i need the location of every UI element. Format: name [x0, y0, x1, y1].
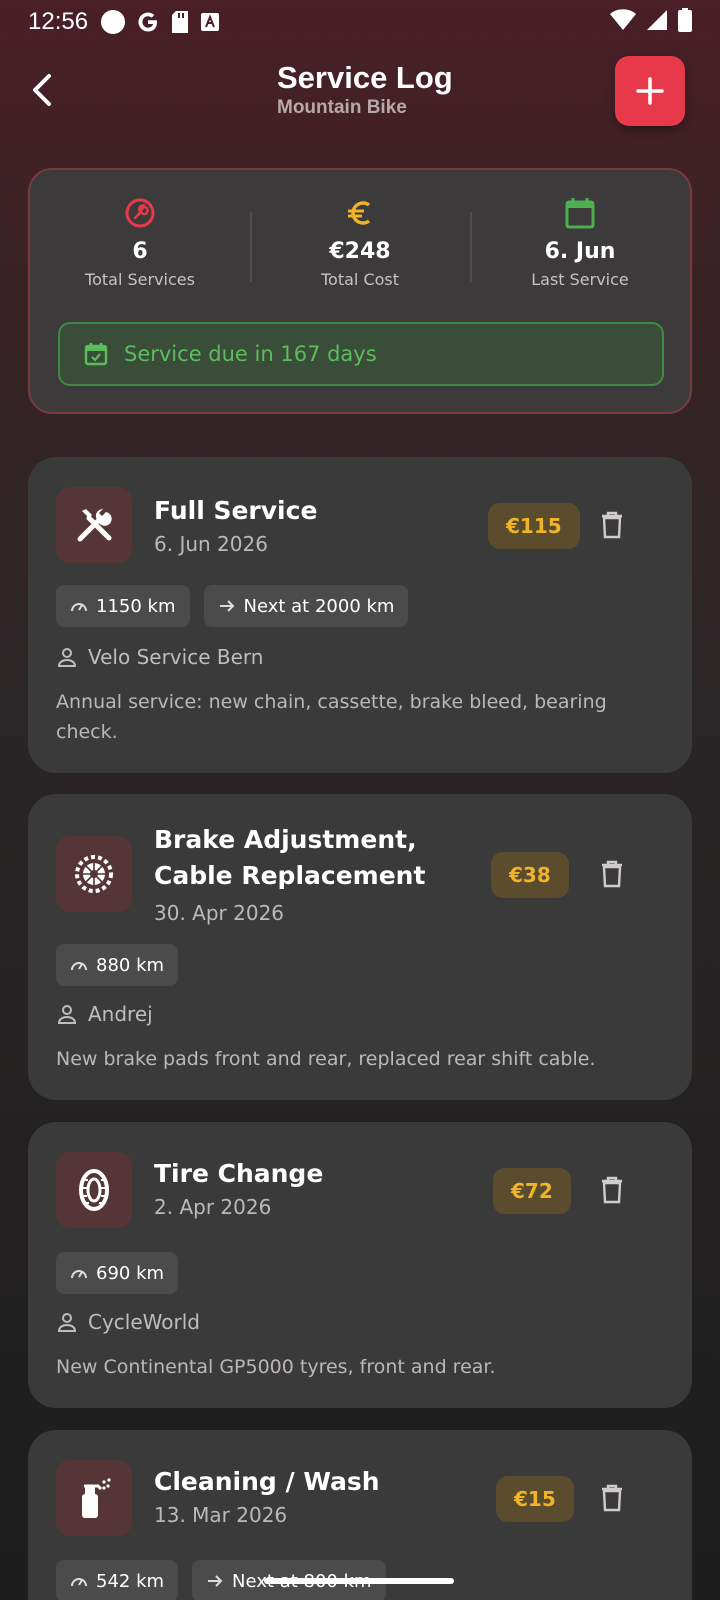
- battery-icon: [678, 8, 692, 36]
- title-block: Service Log Mountain Bike: [277, 60, 453, 120]
- mileage-chip: 880 km: [56, 944, 179, 986]
- mileage-text: 1150 km: [96, 595, 176, 617]
- trash-icon: [602, 511, 622, 539]
- trash-icon: [602, 1176, 622, 1204]
- service-title: Cleaning / Wash: [154, 1467, 380, 1496]
- calendar-icon: [564, 196, 596, 230]
- status-bar: 12:56: [0, 0, 720, 44]
- mileage-text: 690 km: [96, 1262, 165, 1284]
- service-notes: New Continental GP5000 tyres, front and …: [56, 1356, 496, 1378]
- person-icon: [57, 1313, 77, 1332]
- trash-icon: [602, 860, 622, 888]
- spray-bottle-icon: [56, 1460, 132, 1536]
- service-notes: Annual service: new chain, cassette, bra…: [56, 691, 607, 743]
- notification-dot-icon: [100, 9, 126, 35]
- speedometer-icon: [71, 603, 87, 612]
- app-header: Service Log Mountain Bike: [0, 56, 720, 136]
- price-badge: €15: [496, 1476, 574, 1522]
- service-title: Brake Adjustment, Cable Replacement: [154, 825, 426, 890]
- service-card[interactable]: Cleaning / Wash 13. Mar 2026 €15 542 km …: [28, 1430, 692, 1600]
- stat-value: 6. Jun: [544, 239, 616, 264]
- service-date: 6. Jun 2026: [154, 532, 268, 556]
- add-service-button[interactable]: [615, 56, 685, 126]
- service-card[interactable]: Full Service 6. Jun 2026 €115 1150 km Ne…: [28, 457, 692, 773]
- service-date: 13. Mar 2026: [154, 1503, 288, 1527]
- signal-icon: [646, 9, 668, 35]
- stat-last-service: 6. Jun Last Service: [470, 196, 690, 300]
- arrow-right-icon: [219, 600, 234, 612]
- service-card[interactable]: Tire Change 2. Apr 2026 €72 690 km Cycle…: [28, 1122, 692, 1408]
- next-service-chip: Next at 2000 km: [203, 585, 409, 627]
- page-subtitle: Mountain Bike: [277, 97, 407, 118]
- provider-name: CycleWorld: [88, 1310, 200, 1334]
- mileage-text: 542 km: [96, 1570, 165, 1592]
- price-badge: €115: [488, 503, 580, 549]
- google-icon: [136, 10, 160, 34]
- sd-card-icon: [170, 10, 190, 34]
- stat-total-cost: €248 Total Cost: [250, 196, 470, 300]
- service-notes: New brake pads front and rear, replaced …: [56, 1048, 596, 1070]
- delete-button[interactable]: [594, 856, 630, 892]
- mileage-chip: 690 km: [56, 1252, 179, 1294]
- tools-icon: [56, 487, 132, 563]
- stat-label: Total Cost: [320, 270, 400, 289]
- delete-button[interactable]: [594, 1172, 630, 1208]
- stat-value: 6: [132, 239, 148, 264]
- mileage-text: 880 km: [96, 954, 165, 976]
- speedometer-icon: [71, 1578, 87, 1587]
- next-service-text: Next at 2000 km: [243, 595, 395, 617]
- delete-button[interactable]: [594, 1480, 630, 1516]
- chevron-left-icon: [33, 74, 51, 106]
- wifi-icon: [610, 9, 636, 35]
- tire-icon: [56, 1152, 132, 1228]
- back-button[interactable]: [22, 70, 62, 110]
- mileage-chip: 542 km: [56, 1560, 179, 1600]
- provider: CycleWorld: [56, 1310, 200, 1334]
- stat-value: €248: [329, 239, 391, 264]
- service-due-banner: Service due in 167 days: [58, 322, 664, 386]
- plus-icon: [636, 77, 664, 105]
- provider: Velo Service Bern: [56, 645, 263, 669]
- mileage-chip: 1150 km: [56, 585, 190, 627]
- stat-label: Last Service: [531, 270, 629, 289]
- page-title: Service Log: [277, 60, 453, 95]
- stat-label: Total Services: [85, 270, 195, 289]
- speedometer-icon: [71, 962, 87, 971]
- summary-card: 6 Total Services €248 Total Cost 6. Jun …: [28, 168, 692, 414]
- service-date: 2. Apr 2026: [154, 1195, 272, 1219]
- status-time: 12:56: [28, 8, 89, 35]
- service-title: Full Service: [154, 496, 318, 525]
- calendar-check-icon: [84, 343, 108, 366]
- person-icon: [57, 648, 77, 667]
- trash-icon: [602, 1484, 622, 1512]
- provider-name: Andrej: [88, 1002, 153, 1026]
- person-icon: [57, 1005, 77, 1024]
- service-card[interactable]: Brake Adjustment, Cable Replacement 30. …: [28, 794, 692, 1100]
- service-date: 30. Apr 2026: [154, 901, 285, 925]
- provider-name: Velo Service Bern: [88, 645, 264, 669]
- provider: Andrej: [56, 1002, 153, 1026]
- euro-icon: [344, 196, 376, 230]
- wrench-icon: [124, 196, 156, 230]
- service-due-text: Service due in 167 days: [124, 342, 377, 366]
- stat-total-services: 6 Total Services: [30, 196, 250, 300]
- price-badge: €72: [493, 1168, 571, 1214]
- service-title: Tire Change: [154, 1159, 324, 1188]
- delete-button[interactable]: [594, 507, 630, 543]
- home-indicator[interactable]: [264, 1578, 454, 1584]
- keyboard-a-icon: [200, 12, 220, 32]
- price-badge: €38: [491, 852, 569, 898]
- brake-disc-icon: [56, 836, 132, 912]
- arrow-right-icon: [208, 1575, 223, 1587]
- speedometer-icon: [71, 1270, 87, 1279]
